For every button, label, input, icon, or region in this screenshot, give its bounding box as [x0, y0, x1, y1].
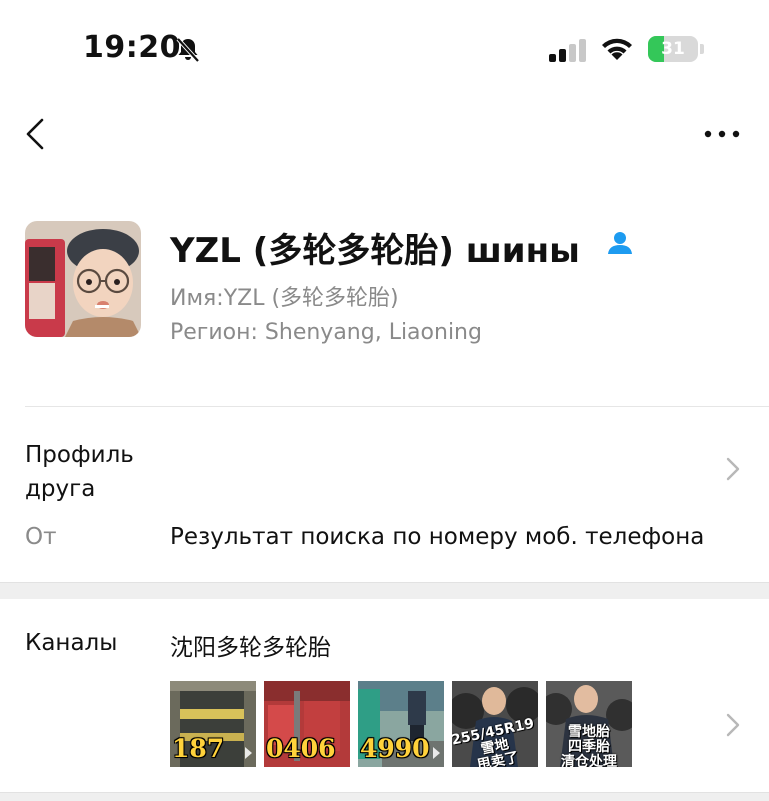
thumbnail-caption: 雪地胎 四季胎 清仓处理 [561, 724, 617, 768]
source-value: Результат поиска по номеру моб. телефона [170, 524, 705, 550]
battery-percentage: 31 [661, 39, 685, 59]
ellipsis-icon [704, 130, 740, 138]
status-bar: 19:20 31 [0, 0, 769, 100]
wifi-icon [602, 38, 632, 60]
battery-nub [700, 44, 704, 54]
cellular-signal-icon [549, 38, 589, 62]
thumbnail-caption: 187 [172, 734, 225, 763]
chevron-left-icon [26, 118, 44, 150]
thumbnail-caption: 4990 [360, 734, 430, 763]
contact-region: Регион: Shenyang, Liaoning [170, 320, 482, 345]
chevron-right-icon [726, 713, 740, 737]
battery-charging-icon: 31 [648, 36, 698, 62]
channel-thumbnail[interactable]: 4990 [358, 681, 444, 767]
channels-label: Каналы [25, 630, 118, 656]
channel-thumbnail[interactable]: 0406 [264, 681, 350, 767]
play-icon [433, 747, 440, 759]
more-options-button[interactable] [700, 118, 744, 150]
chevron-right-icon [726, 457, 740, 481]
thumbnail-caption: 0406 [266, 734, 336, 763]
contact-nickname: Имя:YZL (多轮多轮胎) [170, 286, 399, 311]
status-time: 19:20 [83, 30, 181, 65]
channel-thumbnail[interactable]: 255/45R19 雪地 甩卖了 [452, 681, 538, 767]
channels-name: 沈阳多轮多轮胎 [170, 635, 331, 661]
section-divider [25, 406, 769, 407]
play-icon [245, 747, 252, 759]
source-label: От [25, 524, 57, 550]
bell-slash-icon [176, 37, 200, 63]
channel-thumbnail[interactable]: 雪地胎 四季胎 清仓处理 [546, 681, 632, 767]
avatar[interactable] [25, 221, 141, 337]
channel-thumbnail[interactable]: 187 [170, 681, 256, 767]
avatar-image [25, 221, 141, 337]
back-button[interactable] [20, 112, 60, 156]
section-gap [0, 582, 769, 599]
friend-profile-label: Профиль друга [25, 442, 134, 502]
person-icon [608, 232, 632, 254]
contact-display-name: YZL (多轮多轮胎) шины [170, 231, 580, 271]
